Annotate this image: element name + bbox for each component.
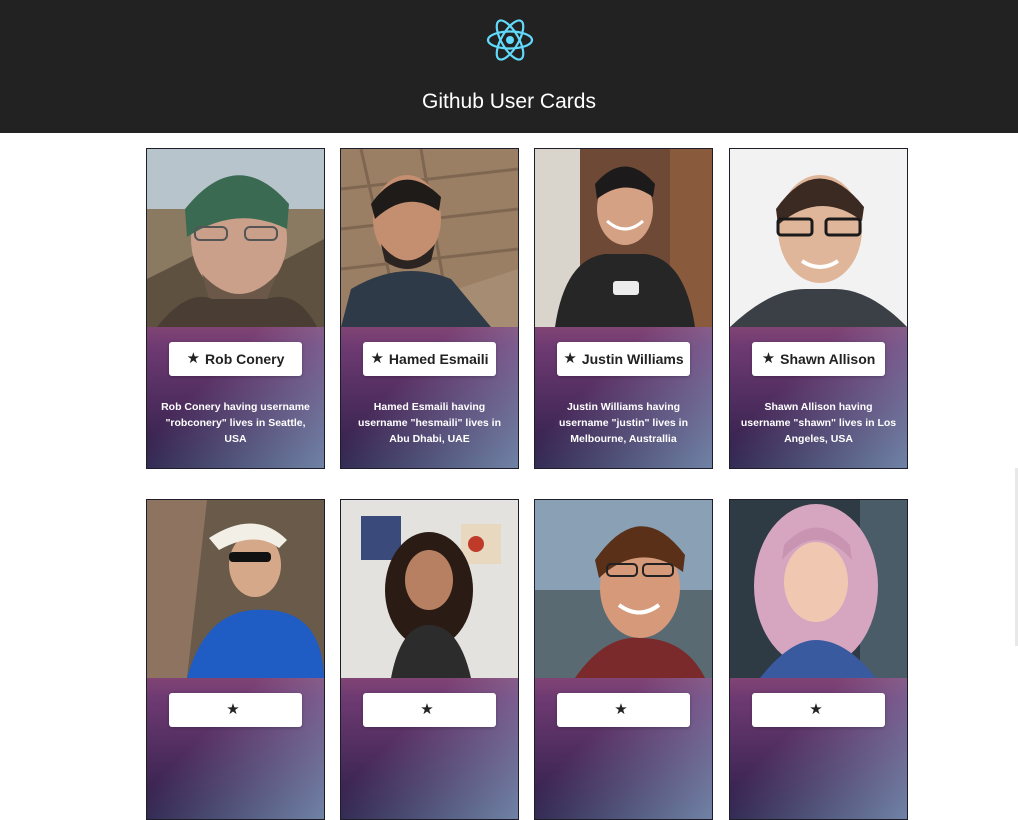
user-card: ★: [729, 499, 908, 820]
avatar: [730, 500, 907, 678]
user-card: ★: [340, 499, 519, 820]
avatar: [535, 500, 712, 678]
star-icon: ★: [761, 350, 776, 367]
avatar: [730, 149, 907, 327]
user-name-button[interactable]: ★ Hamed Esmaili: [363, 342, 496, 376]
user-name: Justin Williams: [581, 351, 684, 367]
user-card: ★: [534, 499, 713, 820]
user-description: Shawn Allison having username "shawn" li…: [740, 401, 897, 445]
star-icon: ★: [614, 701, 628, 718]
user-card: ★ Justin Williams Justin Williams having…: [534, 148, 713, 469]
user-name-button[interactable]: ★: [557, 693, 690, 727]
user-card: ★ Shawn Allison Shawn Allison having use…: [729, 148, 908, 469]
user-name: Shawn Allison: [780, 351, 876, 367]
avatar: [341, 149, 518, 327]
user-name: Hamed Esmaili: [388, 351, 489, 367]
user-name-button[interactable]: ★ Justin Williams: [557, 342, 690, 376]
user-name: Rob Conery: [205, 351, 285, 367]
avatar: [341, 500, 518, 678]
user-name-button[interactable]: ★: [752, 693, 885, 727]
user-name-button[interactable]: ★ Rob Conery: [169, 342, 302, 376]
star-icon: ★: [186, 350, 201, 367]
star-icon: ★: [809, 701, 823, 718]
user-name-button[interactable]: ★ Shawn Allison: [752, 342, 885, 376]
user-card: ★ Hamed Esmaili Hamed Esmaili having use…: [340, 148, 519, 469]
user-name-button[interactable]: ★: [169, 693, 302, 727]
avatar: [535, 149, 712, 327]
user-description: Hamed Esmaili having username "hesmaili"…: [357, 401, 502, 445]
user-name-button[interactable]: ★: [363, 693, 496, 727]
star-icon: ★: [563, 350, 577, 367]
avatar: [147, 500, 324, 678]
react-atom-icon: [486, 19, 534, 61]
user-description: Justin Williams having username "justin"…: [559, 401, 688, 445]
page-title: Github User Cards: [422, 90, 596, 113]
star-icon: ★: [370, 350, 384, 367]
user-card: ★: [146, 499, 325, 820]
user-description: Rob Conery having username "robconery" l…: [161, 401, 310, 445]
star-icon: ★: [226, 701, 240, 718]
app-header: Github User Cards: [0, 0, 1018, 133]
star-icon: ★: [420, 701, 434, 718]
avatar: [147, 149, 324, 327]
user-card: ★ Rob Conery Rob Conery having username …: [146, 148, 325, 469]
